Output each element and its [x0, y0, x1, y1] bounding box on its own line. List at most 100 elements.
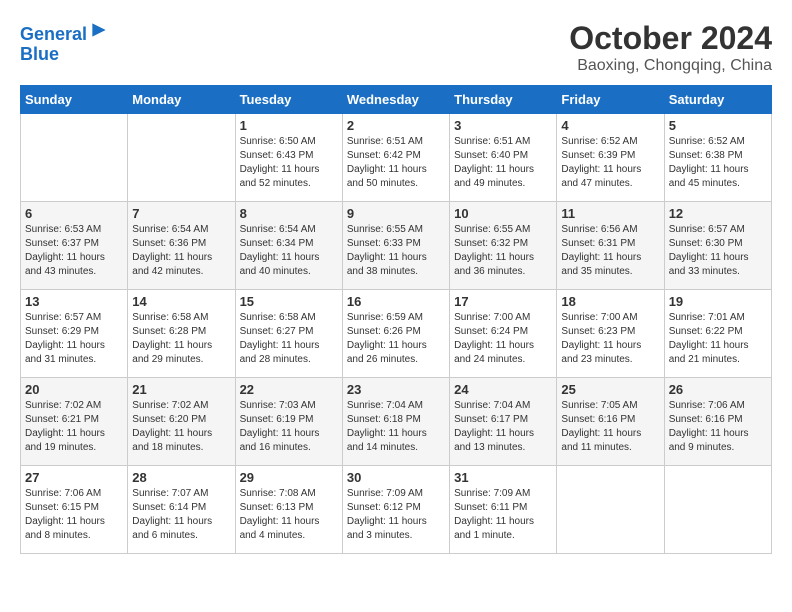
week-row-4: 20 Sunrise: 7:02 AM Sunset: 6:21 PM Dayli… [21, 378, 772, 466]
weekday-header-row: SundayMondayTuesdayWednesdayThursdayFrid… [21, 86, 772, 114]
day-detail: Sunrise: 7:03 AM Sunset: 6:19 PM Dayligh… [240, 399, 338, 455]
weekday-header-saturday: Saturday [664, 86, 771, 114]
day-detail: Sunrise: 7:09 AM Sunset: 6:12 PM Dayligh… [347, 487, 445, 543]
calendar-cell: 3Sunrise: 6:51 AM Sunset: 6:40 PM Daylig… [450, 114, 557, 202]
day-detail: Sunrise: 6:54 AM Sunset: 6:36 PM Dayligh… [132, 223, 230, 279]
week-row-2: 6Sunrise: 6:53 AM Sunset: 6:37 PM Daylig… [21, 202, 772, 290]
day-detail: Sunrise: 6:55 AM Sunset: 6:32 PM Dayligh… [454, 223, 552, 279]
calendar-cell: 14 Sunrise: 6:58 AM Sunset: 6:28 PM Dayli… [128, 290, 235, 378]
calendar-cell: 17 Sunrise: 7:00 AM Sunset: 6:24 PM Dayli… [450, 290, 557, 378]
day-number: 24 [454, 382, 552, 397]
calendar-cell: 13Sunrise: 6:57 AM Sunset: 6:29 PM Dayli… [21, 290, 128, 378]
day-number: 15 [240, 294, 338, 309]
logo: General Blue [20, 20, 109, 65]
day-detail: Sunrise: 6:51 AM Sunset: 6:42 PM Dayligh… [347, 135, 445, 191]
day-detail: Sunrise: 7:00 AM Sunset: 6:24 PM Dayligh… [454, 311, 552, 367]
day-number: 1 [240, 118, 338, 133]
day-number: 12 [669, 206, 767, 221]
day-number: 7 [132, 206, 230, 221]
calendar-cell: 12 Sunrise: 6:57 AM Sunset: 6:30 PM Dayli… [664, 202, 771, 290]
calendar-cell: 26 Sunrise: 7:06 AM Sunset: 6:16 PM Dayli… [664, 378, 771, 466]
calendar-cell: 11 Sunrise: 6:56 AM Sunset: 6:31 PM Dayli… [557, 202, 664, 290]
day-detail: Sunrise: 6:57 AM Sunset: 6:30 PM Dayligh… [669, 223, 767, 279]
day-number: 21 [132, 382, 230, 397]
weekday-header-monday: Monday [128, 86, 235, 114]
calendar-cell [664, 466, 771, 554]
calendar-cell: 20 Sunrise: 7:02 AM Sunset: 6:21 PM Dayli… [21, 378, 128, 466]
day-detail: Sunrise: 6:51 AM Sunset: 6:40 PM Dayligh… [454, 135, 552, 191]
day-number: 17 [454, 294, 552, 309]
day-detail: Sunrise: 6:52 AM Sunset: 6:38 PM Dayligh… [669, 135, 767, 191]
day-number: 28 [132, 470, 230, 485]
day-detail: Sunrise: 7:01 AM Sunset: 6:22 PM Dayligh… [669, 311, 767, 367]
calendar-cell: 9Sunrise: 6:55 AM Sunset: 6:33 PM Daylig… [342, 202, 449, 290]
day-detail: Sunrise: 7:07 AM Sunset: 6:14 PM Dayligh… [132, 487, 230, 543]
calendar-cell: 8 Sunrise: 6:54 AM Sunset: 6:34 PM Daylig… [235, 202, 342, 290]
day-number: 8 [240, 206, 338, 221]
calendar-cell: 27Sunrise: 7:06 AM Sunset: 6:15 PM Dayli… [21, 466, 128, 554]
calendar-cell: 10 Sunrise: 6:55 AM Sunset: 6:32 PM Dayli… [450, 202, 557, 290]
calendar-cell [557, 466, 664, 554]
day-number: 26 [669, 382, 767, 397]
weekday-header-thursday: Thursday [450, 86, 557, 114]
day-detail: Sunrise: 7:02 AM Sunset: 6:21 PM Dayligh… [25, 399, 123, 455]
calendar-cell: 25 Sunrise: 7:05 AM Sunset: 6:16 PM Dayli… [557, 378, 664, 466]
day-number: 9 [347, 206, 445, 221]
day-number: 20 [25, 382, 123, 397]
day-detail: Sunrise: 7:08 AM Sunset: 6:13 PM Dayligh… [240, 487, 338, 543]
calendar-cell: 4 Sunrise: 6:52 AM Sunset: 6:39 PM Daylig… [557, 114, 664, 202]
title-block: October 2024 Baoxing, Chongqing, China [569, 20, 772, 75]
day-detail: Sunrise: 7:02 AM Sunset: 6:20 PM Dayligh… [132, 399, 230, 455]
location: Baoxing, Chongqing, China [569, 57, 772, 75]
calendar-cell: 7 Sunrise: 6:54 AM Sunset: 6:36 PM Daylig… [128, 202, 235, 290]
day-number: 16 [347, 294, 445, 309]
day-detail: Sunrise: 6:52 AM Sunset: 6:39 PM Dayligh… [561, 135, 659, 191]
day-detail: Sunrise: 6:58 AM Sunset: 6:28 PM Dayligh… [132, 311, 230, 367]
day-number: 5 [669, 118, 767, 133]
day-number: 14 [132, 294, 230, 309]
day-detail: Sunrise: 6:54 AM Sunset: 6:34 PM Dayligh… [240, 223, 338, 279]
weekday-header-wednesday: Wednesday [342, 86, 449, 114]
calendar-cell: 30 Sunrise: 7:09 AM Sunset: 6:12 PM Dayli… [342, 466, 449, 554]
calendar-cell [128, 114, 235, 202]
day-detail: Sunrise: 7:06 AM Sunset: 6:15 PM Dayligh… [25, 487, 123, 543]
calendar-cell: 29Sunrise: 7:08 AM Sunset: 6:13 PM Dayli… [235, 466, 342, 554]
calendar-cell: 1 Sunrise: 6:50 AM Sunset: 6:43 PM Daylig… [235, 114, 342, 202]
calendar-cell: 24 Sunrise: 7:04 AM Sunset: 6:17 PM Dayli… [450, 378, 557, 466]
day-detail: Sunrise: 7:06 AM Sunset: 6:16 PM Dayligh… [669, 399, 767, 455]
day-detail: Sunrise: 7:00 AM Sunset: 6:23 PM Dayligh… [561, 311, 659, 367]
day-detail: Sunrise: 6:50 AM Sunset: 6:43 PM Dayligh… [240, 135, 338, 191]
day-number: 23 [347, 382, 445, 397]
day-detail: Sunrise: 7:04 AM Sunset: 6:17 PM Dayligh… [454, 399, 552, 455]
day-detail: Sunrise: 6:56 AM Sunset: 6:31 PM Dayligh… [561, 223, 659, 279]
calendar-cell: 16Sunrise: 6:59 AM Sunset: 6:26 PM Dayli… [342, 290, 449, 378]
week-row-1: 1 Sunrise: 6:50 AM Sunset: 6:43 PM Daylig… [21, 114, 772, 202]
day-number: 18 [561, 294, 659, 309]
weekday-header-sunday: Sunday [21, 86, 128, 114]
day-detail: Sunrise: 6:58 AM Sunset: 6:27 PM Dayligh… [240, 311, 338, 367]
logo-general: General [20, 24, 87, 44]
calendar-table: SundayMondayTuesdayWednesdayThursdayFrid… [20, 85, 772, 554]
day-number: 11 [561, 206, 659, 221]
calendar-cell: 6Sunrise: 6:53 AM Sunset: 6:37 PM Daylig… [21, 202, 128, 290]
weekday-header-tuesday: Tuesday [235, 86, 342, 114]
week-row-5: 27Sunrise: 7:06 AM Sunset: 6:15 PM Dayli… [21, 466, 772, 554]
day-number: 6 [25, 206, 123, 221]
day-number: 19 [669, 294, 767, 309]
day-number: 4 [561, 118, 659, 133]
calendar-cell: 15 Sunrise: 6:58 AM Sunset: 6:27 PM Dayli… [235, 290, 342, 378]
day-detail: Sunrise: 6:57 AM Sunset: 6:29 PM Dayligh… [25, 311, 123, 367]
week-row-3: 13Sunrise: 6:57 AM Sunset: 6:29 PM Dayli… [21, 290, 772, 378]
calendar-cell: 5 Sunrise: 6:52 AM Sunset: 6:38 PM Daylig… [664, 114, 771, 202]
day-number: 10 [454, 206, 552, 221]
calendar-cell: 23 Sunrise: 7:04 AM Sunset: 6:18 PM Dayli… [342, 378, 449, 466]
weekday-header-friday: Friday [557, 86, 664, 114]
calendar-cell: 28 Sunrise: 7:07 AM Sunset: 6:14 PM Dayli… [128, 466, 235, 554]
day-number: 30 [347, 470, 445, 485]
calendar-cell [21, 114, 128, 202]
day-detail: Sunrise: 7:04 AM Sunset: 6:18 PM Dayligh… [347, 399, 445, 455]
day-number: 22 [240, 382, 338, 397]
day-number: 25 [561, 382, 659, 397]
day-detail: Sunrise: 7:05 AM Sunset: 6:16 PM Dayligh… [561, 399, 659, 455]
calendar-cell: 19 Sunrise: 7:01 AM Sunset: 6:22 PM Dayli… [664, 290, 771, 378]
